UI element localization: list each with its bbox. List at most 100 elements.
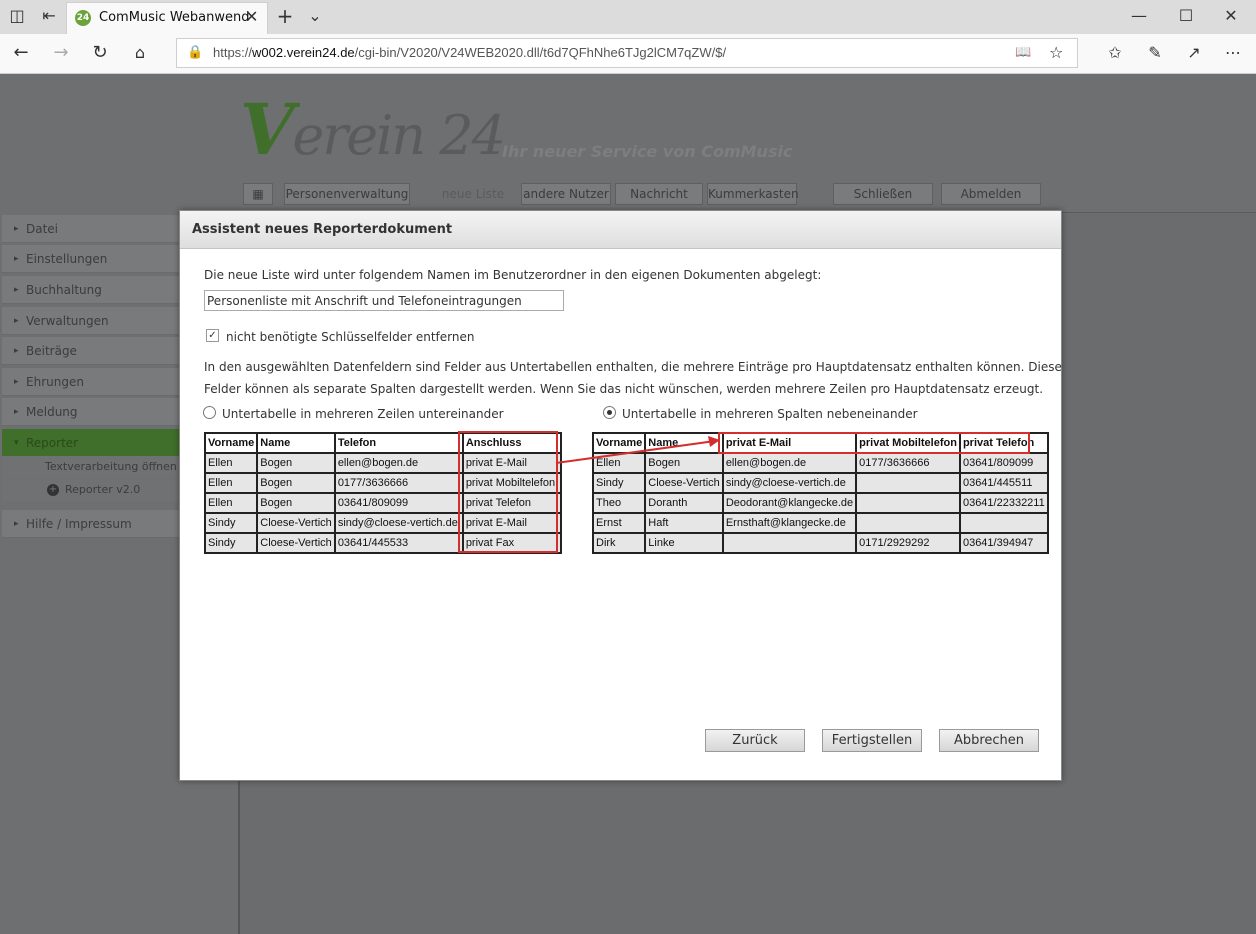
table-cell: Ellen bbox=[203, 472, 259, 494]
sidebar-item-einstellungen[interactable]: Einstellungen bbox=[2, 245, 180, 273]
table-cell: Cloese-Vertich bbox=[256, 512, 336, 534]
table-cell: ellen@bogen.de bbox=[721, 452, 858, 474]
table-cell: Doranth bbox=[644, 492, 724, 514]
radio-columns[interactable] bbox=[603, 406, 616, 419]
table-cell: 0171/2929292 bbox=[855, 532, 961, 554]
favorite-star-icon[interactable]: ☆ bbox=[1049, 43, 1063, 62]
address-bar[interactable]: 🔒 https://w002.verein24.de/cgi-bin/V2020… bbox=[176, 38, 1078, 68]
sidebar-item-datei[interactable]: Datei bbox=[2, 215, 180, 243]
table-cell: 03641/394947 bbox=[958, 532, 1049, 554]
sidebar-item-meldung[interactable]: Meldung bbox=[2, 398, 180, 426]
close-window-icon[interactable]: ✕ bbox=[1220, 6, 1242, 28]
radio-rows-label: Untertabelle in mehreren Zeilen unterein… bbox=[222, 407, 504, 421]
add-circle-icon: + bbox=[47, 484, 59, 496]
sidebar-item-beitraege[interactable]: Beiträge bbox=[2, 337, 180, 365]
sidebar-sub-reporter-v2[interactable]: + Reporter v2.0 bbox=[2, 479, 180, 501]
url-text: https://w002.verein24.de/cgi-bin/V2020/V… bbox=[213, 45, 727, 60]
table-cell: Sindy bbox=[203, 512, 259, 534]
nav-schliessen[interactable]: Schließen bbox=[833, 183, 933, 205]
table-cell: Haft bbox=[644, 512, 724, 534]
table-header: Name bbox=[256, 432, 336, 454]
table-cell: 03641/22332211 bbox=[958, 492, 1049, 514]
anschluss-highlight-box bbox=[458, 431, 558, 553]
table-cell: sindy@cloese-vertich.de bbox=[333, 512, 464, 534]
share-icon[interactable]: ↗ bbox=[1183, 43, 1205, 65]
home-icon[interactable]: ⌂ bbox=[129, 43, 151, 65]
info-text-line1: In den ausgewählten Datenfeldern sind Fe… bbox=[204, 360, 1062, 374]
intro-text: Die neue Liste wird unter folgendem Name… bbox=[204, 268, 822, 282]
new-tab-icon[interactable]: + bbox=[274, 6, 296, 28]
reading-view-icon[interactable]: 📖 bbox=[1015, 45, 1031, 60]
table-cell: sindy@cloese-vertich.de bbox=[721, 472, 858, 494]
table-cell: 03641/445511 bbox=[958, 472, 1049, 494]
address-toolbar: ← → ↻ ⌂ 🔒 https://w002.verein24.de/cgi-b… bbox=[0, 34, 1256, 74]
sidebar-item-hilfe[interactable]: Hilfe / Impressum bbox=[2, 510, 180, 538]
table-row: Theo Doranth Deodorant@klangecke.de 03641/2… bbox=[591, 492, 1049, 514]
table-cell: Ernst bbox=[591, 512, 647, 534]
sidebar-item-verwaltungen[interactable]: Verwaltungen bbox=[2, 307, 180, 335]
more-menu-icon[interactable]: ⋯ bbox=[1222, 43, 1244, 65]
minimize-icon[interactable]: — bbox=[1128, 6, 1150, 28]
wizard-dialog: Assistent neues Reporterdokument Die neu… bbox=[179, 210, 1062, 781]
sidebar-item-buchhaltung[interactable]: Buchhaltung bbox=[2, 276, 180, 304]
table-row: Dirk Linke 0171/2929292 03641/394947 bbox=[591, 532, 1049, 554]
browser-tab-bar: ◫ ⇤ 24 ComMusic Webanwend ✕ + ⌄ — ☐ ✕ bbox=[0, 0, 1256, 34]
menu-toggle-icon[interactable]: ▦ bbox=[243, 183, 273, 205]
nav-kummerkasten[interactable]: Kummerkasten bbox=[707, 183, 799, 205]
table-header: Vorname bbox=[203, 432, 259, 454]
close-tab-icon[interactable]: ✕ bbox=[245, 7, 258, 26]
browser-tab[interactable]: 24 ComMusic Webanwend ✕ bbox=[66, 2, 268, 34]
set-aside-tabs-icon[interactable]: ⇤ bbox=[38, 6, 60, 28]
tab-title: ComMusic Webanwend bbox=[99, 10, 250, 25]
table-cell bbox=[855, 492, 961, 514]
table-cell: Cloese-Vertich bbox=[644, 472, 724, 494]
new-columns-highlight-box bbox=[718, 432, 1030, 454]
table-cell: 0177/3636666 bbox=[333, 472, 464, 494]
table-cell: Theo bbox=[591, 492, 647, 514]
transform-arrow-icon bbox=[555, 436, 720, 464]
sidebar-item-ehrungen[interactable]: Ehrungen bbox=[2, 368, 180, 396]
table-row: Ernst Haft Ernsthaft@klangecke.de bbox=[591, 512, 1049, 534]
favorites-hub-icon[interactable]: ✩ bbox=[1104, 43, 1126, 65]
table-cell: Cloese-Vertich bbox=[256, 532, 336, 554]
table-cell bbox=[855, 472, 961, 494]
table-header: Telefon bbox=[333, 432, 464, 454]
nav-neue-liste[interactable]: neue Liste bbox=[428, 183, 518, 205]
tab-actions-icon[interactable]: ◫ bbox=[6, 6, 28, 28]
nav-abmelden[interactable]: Abmelden bbox=[941, 183, 1041, 205]
table-cell: Bogen bbox=[256, 452, 336, 474]
nav-andere-nutzer[interactable]: andere Nutzer bbox=[521, 183, 611, 205]
maximize-icon[interactable]: ☐ bbox=[1175, 6, 1197, 28]
remove-key-fields-checkbox[interactable]: ✓ bbox=[206, 329, 219, 342]
table-cell: Linke bbox=[644, 532, 724, 554]
back-icon[interactable]: ← bbox=[10, 43, 32, 65]
sidebar-sub-textverarbeitung[interactable]: Textverarbeitung öffnen bbox=[2, 456, 180, 478]
list-name-input[interactable] bbox=[204, 290, 564, 311]
back-button[interactable]: Zurück bbox=[705, 729, 805, 752]
nav-personenverwaltung[interactable]: Personenverwaltung bbox=[284, 183, 410, 205]
nav-nachricht[interactable]: Nachricht bbox=[615, 183, 703, 205]
favicon: 24 bbox=[75, 10, 91, 26]
sidebar-item-reporter[interactable]: Reporter bbox=[2, 429, 180, 457]
reporter-v2-label: Reporter v2.0 bbox=[65, 483, 141, 496]
notes-pen-icon[interactable]: ✎ bbox=[1144, 43, 1166, 65]
table-cell: Ellen bbox=[203, 492, 259, 514]
table-cell: Dirk bbox=[591, 532, 647, 554]
checkbox-label: nicht benötigte Schlüsselfelder entferne… bbox=[226, 330, 475, 344]
table-cell: 03641/809099 bbox=[333, 492, 464, 514]
refresh-icon[interactable]: ↻ bbox=[89, 43, 111, 65]
table-cell: Bogen bbox=[256, 492, 336, 514]
table-cell: 03641/445533 bbox=[333, 532, 464, 554]
finish-button[interactable]: Fertigstellen bbox=[822, 729, 922, 752]
tab-list-chevron-icon[interactable]: ⌄ bbox=[304, 6, 326, 28]
table-cell: Ellen bbox=[203, 452, 259, 474]
forward-icon[interactable]: → bbox=[50, 43, 72, 65]
cancel-button[interactable]: Abbrechen bbox=[939, 729, 1039, 752]
table-cell: 03641/809099 bbox=[958, 452, 1049, 474]
radio-rows[interactable] bbox=[203, 406, 216, 419]
header-slogan: Ihr neuer Service von ComMusic bbox=[502, 142, 793, 161]
verein24-logo: Verein 24 bbox=[240, 88, 506, 171]
table-cell: Sindy bbox=[591, 472, 647, 494]
table-row: Sindy Cloese-Vertich sindy@cloese-vertich.… bbox=[591, 472, 1049, 494]
table-cell bbox=[958, 512, 1049, 534]
